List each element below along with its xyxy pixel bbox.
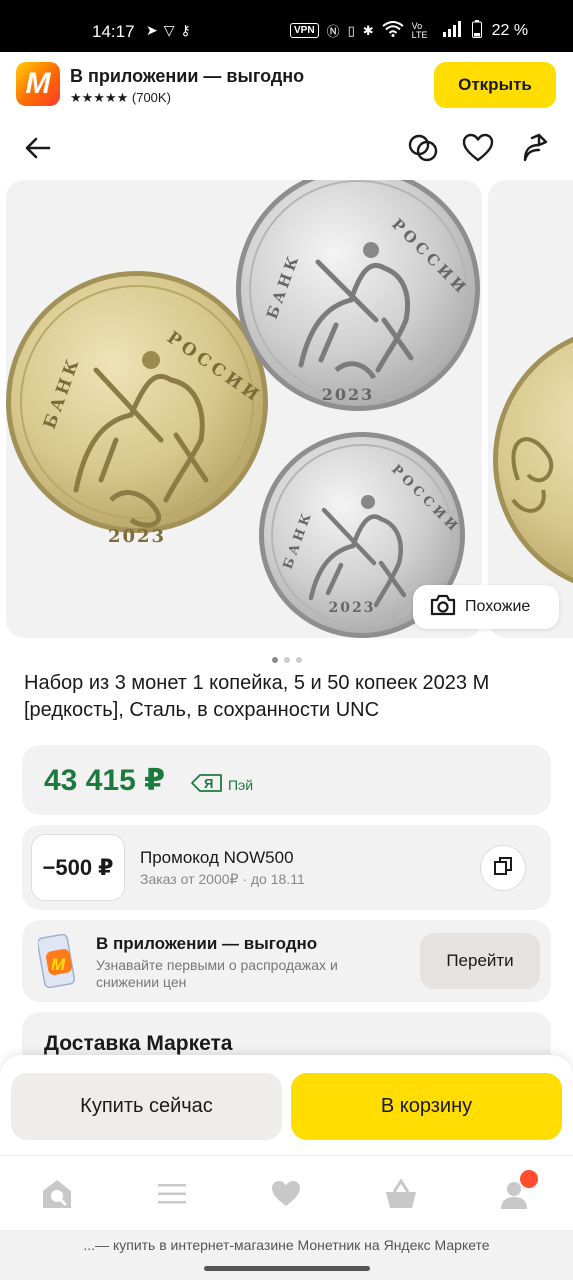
yandex-pay-badge[interactable]: Я Пэй bbox=[190, 773, 253, 796]
pagination-dot bbox=[283, 657, 290, 663]
gallery-pagination bbox=[0, 650, 573, 668]
add-to-cart-button[interactable]: В корзину bbox=[291, 1073, 562, 1140]
buy-now-button[interactable]: Купить сейчас bbox=[11, 1073, 282, 1140]
share-icon[interactable] bbox=[514, 128, 554, 168]
vpn-badge: VPN bbox=[290, 23, 319, 38]
copy-icon bbox=[493, 856, 513, 881]
coin-top-year: 2023 bbox=[322, 385, 375, 404]
pagination-dot bbox=[271, 657, 278, 663]
catalog-icon[interactable] bbox=[152, 1174, 192, 1214]
delivery-title: Доставка Маркета bbox=[44, 1032, 233, 1055]
bluetooth-icon: ✱ bbox=[362, 22, 374, 38]
coin-5-kopecks: 2023 БАНК РОССИИ bbox=[236, 180, 480, 411]
top-navigation bbox=[0, 118, 573, 180]
favorites-icon[interactable] bbox=[266, 1174, 306, 1214]
vibrate-icon: ▯ bbox=[347, 22, 355, 38]
browser-page-caption: ...— купить в интернет-магазине Монетник… bbox=[0, 1230, 573, 1260]
product-gallery[interactable]: 2023 БАНК РОССИИ 2023 БАНК РОССИИ 2023 Б… bbox=[0, 180, 573, 645]
status-right-icons: VPN Ⓝ ▯ ✱ Vo LTE 22 % bbox=[290, 20, 528, 41]
battery-percent: 22 % bbox=[491, 21, 529, 39]
status-bar: 14:17 ➤▽⚷ VPN Ⓝ ▯ ✱ Vo LTE 22 % bbox=[0, 0, 573, 52]
app-banner-title: В приложении — выгодно bbox=[70, 66, 305, 86]
purchase-action-bar: Купить сейчас В корзину bbox=[0, 1055, 573, 1155]
gallery-image-next[interactable] bbox=[488, 180, 573, 638]
promo-code-conditions: Заказ от 2000₽ · до 18.11 bbox=[140, 871, 305, 887]
market-app-logo: M bbox=[16, 62, 60, 106]
favorite-heart-icon[interactable] bbox=[458, 128, 498, 168]
yandex-pay-logo-letter: Я bbox=[204, 776, 213, 791]
price-card: 43 415 ₽ Я Пэй bbox=[22, 745, 551, 815]
go-to-app-button[interactable]: Перейти bbox=[420, 933, 540, 989]
wifi-icon bbox=[382, 21, 404, 40]
gallery-image-coins[interactable]: 2023 БАНК РОССИИ 2023 БАНК РОССИИ 2023 Б… bbox=[6, 180, 482, 638]
yandex-pay-label: Пэй bbox=[228, 776, 254, 793]
similar-items-label: Похожие bbox=[465, 598, 531, 615]
cart-icon[interactable] bbox=[381, 1174, 421, 1214]
pagination-dot bbox=[295, 657, 302, 663]
status-time: 14:17 bbox=[92, 22, 135, 41]
coin-small-year: 2023 bbox=[329, 600, 376, 616]
battery-icon bbox=[471, 20, 482, 41]
telegram-icon: ➤ bbox=[146, 22, 164, 38]
similar-items-button[interactable]: Похожие bbox=[413, 585, 559, 629]
yandex-pay-icon: Я bbox=[190, 773, 224, 796]
signal-icon bbox=[442, 21, 464, 40]
volte-label: Vo LTE bbox=[411, 20, 428, 40]
promo-code-title: Промокод NOW500 bbox=[140, 848, 294, 867]
open-app-button[interactable]: Открыть bbox=[434, 62, 556, 108]
vpn-shield-icon: ▽ bbox=[163, 22, 181, 38]
app-promo-card[interactable]: M В приложении — выгодно Узнавайте первы… bbox=[22, 920, 551, 1002]
promo-discount-chip: −500 ₽ bbox=[31, 834, 125, 901]
key-icon: ⚷ bbox=[180, 22, 197, 38]
notification-badge bbox=[520, 1170, 538, 1188]
nfc-icon: Ⓝ bbox=[326, 24, 340, 39]
app-banner-rating: ★★★★★ (700K) bbox=[70, 90, 171, 105]
copy-promo-button[interactable] bbox=[480, 845, 526, 891]
compare-icon[interactable] bbox=[403, 128, 443, 168]
gesture-bar-area bbox=[0, 1258, 573, 1280]
home-indicator[interactable] bbox=[204, 1266, 370, 1271]
back-arrow-icon[interactable] bbox=[18, 128, 58, 168]
home-icon[interactable] bbox=[37, 1174, 77, 1214]
app-card-title: В приложении — выгодно bbox=[96, 934, 318, 953]
phone-app-icon: M bbox=[36, 933, 78, 989]
price-value: 43 415 ₽ bbox=[44, 764, 165, 797]
app-card-subtitle: Узнавайте первыми о распродажах и снижен… bbox=[96, 957, 338, 990]
bottom-navigation bbox=[0, 1155, 573, 1230]
coin-50-kopecks: 2023 БАНК РОССИИ bbox=[6, 271, 268, 547]
camera-search-icon bbox=[429, 593, 457, 622]
phone-app-logo-letter: M bbox=[51, 955, 66, 974]
coin-big-year: 2023 bbox=[108, 526, 166, 547]
product-title: Набор из 3 монет 1 копейка, 5 и 50 копее… bbox=[24, 672, 490, 721]
profile-icon[interactable] bbox=[496, 1170, 538, 1214]
status-left-icons: ➤▽⚷ bbox=[146, 22, 197, 39]
app-promo-banner[interactable]: M В приложении — выгодно ★★★★★ (700K) От… bbox=[0, 52, 573, 118]
promo-code-card[interactable]: −500 ₽ Промокод NOW500 Заказ от 2000₽ · … bbox=[22, 825, 551, 910]
